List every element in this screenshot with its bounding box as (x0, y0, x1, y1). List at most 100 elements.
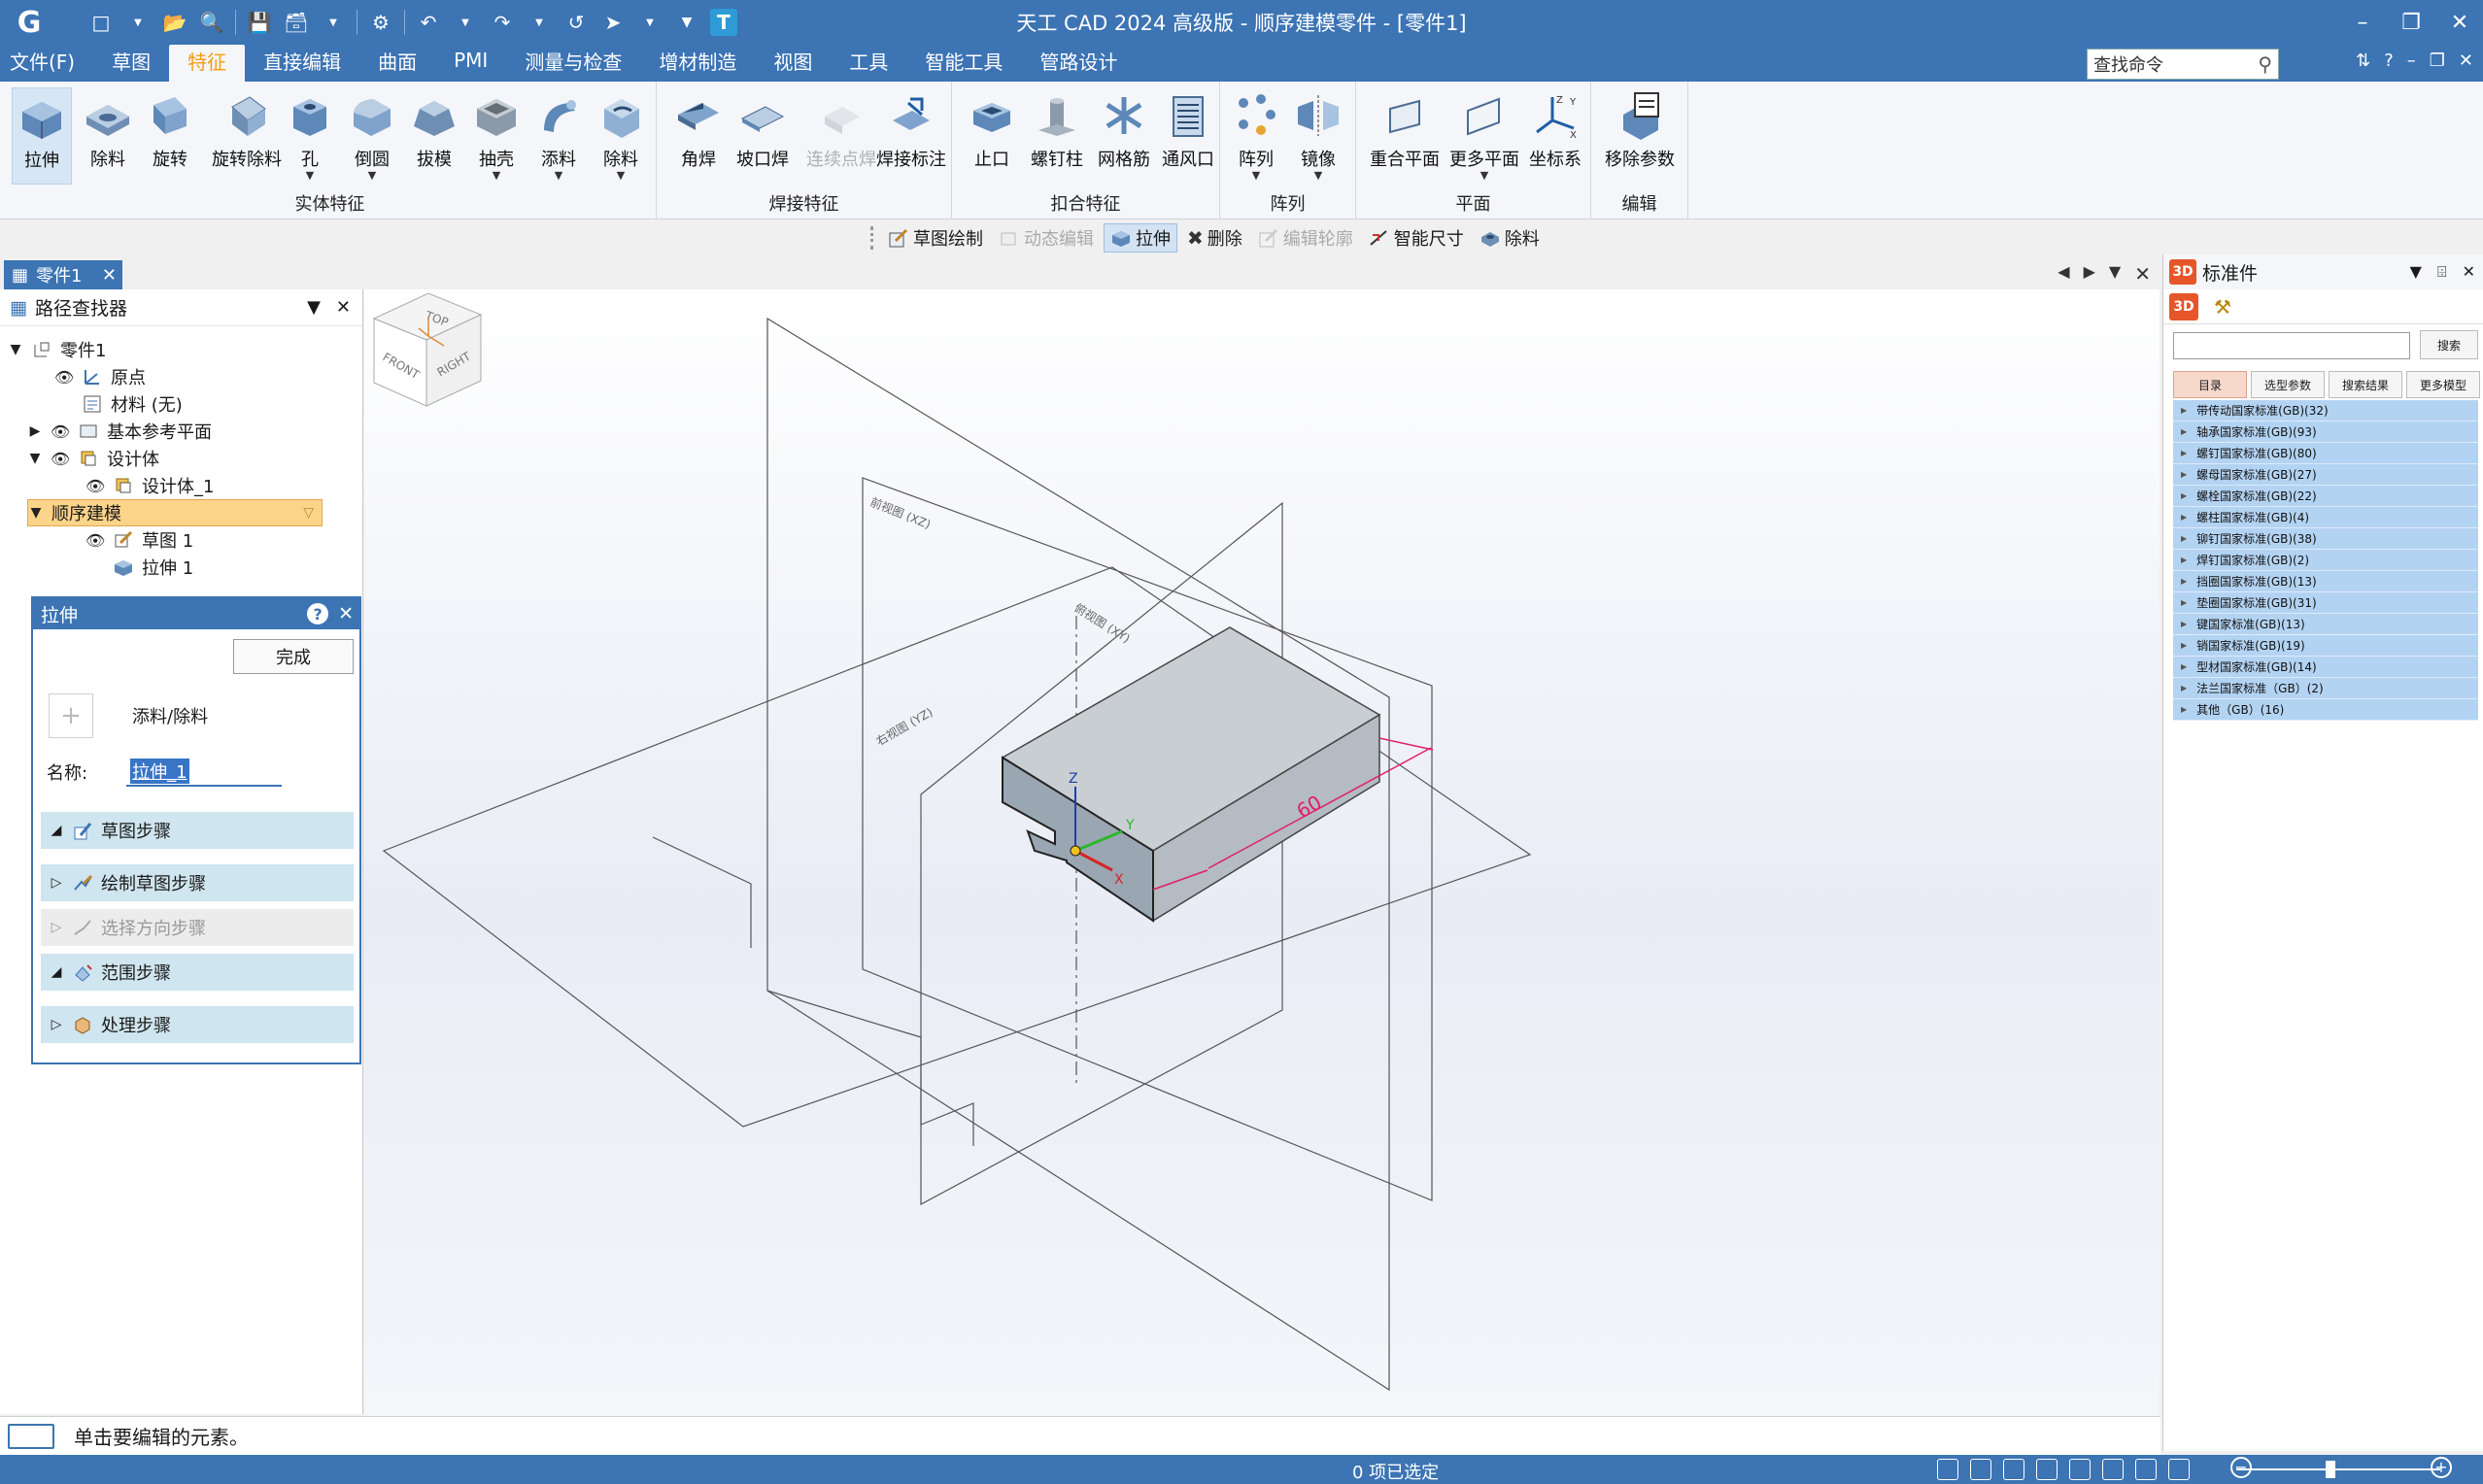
undo-icon[interactable]: ↶ (415, 9, 442, 36)
expand-arrow-icon[interactable]: ▶ (2181, 491, 2187, 500)
round-button[interactable]: 倒圆 ▼ (342, 87, 402, 185)
tree-item-design-body-1[interactable]: 👁 设计体_1 (85, 472, 214, 499)
tab-pmi[interactable]: PMI (435, 45, 506, 82)
sketch-draw-command[interactable]: 草图绘制 (882, 223, 989, 253)
expand-arrow-icon[interactable]: ▶ (2181, 620, 2187, 628)
tree-item-sequential-modeling[interactable]: ▼ 顺序建模 ▽ (27, 499, 323, 526)
zoom-in-icon[interactable]: + (2431, 1457, 2452, 1478)
vent-button[interactable]: 通风口 (1156, 87, 1220, 185)
tree-item-extrude-1[interactable]: 拉伸 1 (113, 554, 193, 581)
zoom-icon[interactable] (2003, 1459, 2024, 1480)
pan-icon[interactable] (2036, 1459, 2058, 1480)
doc-close-icon[interactable]: ✕ (2459, 51, 2473, 71)
more-planes-button[interactable]: 更多平面 ▼ (1446, 87, 1523, 185)
tab-surface[interactable]: 曲面 (359, 45, 435, 82)
dropdown-icon[interactable]: ▼ (1314, 170, 1322, 181)
customize-icon[interactable]: ▼ (673, 9, 700, 36)
expand-arrow-icon[interactable]: ▶ (2181, 662, 2187, 671)
delete-command[interactable]: ✖ 删除 (1181, 223, 1248, 253)
dropdown-icon[interactable]: ▼ (452, 9, 479, 36)
collapse-triangle-icon[interactable]: ◢ (49, 964, 64, 980)
dropdown-icon[interactable]: ▼ (526, 9, 553, 36)
rotate-icon[interactable] (2069, 1459, 2091, 1480)
list-item[interactable]: ▶ 螺栓国家标准(GB)(22) (2173, 486, 2478, 507)
doc-minimize-icon[interactable]: – (2407, 51, 2416, 71)
expand-triangle-icon[interactable]: ▷ (49, 920, 64, 935)
subtab-more-models[interactable]: 更多模型 (2406, 371, 2480, 398)
list-item[interactable]: ▶ 螺钉国家标准(GB)(80) (2173, 443, 2478, 464)
subtab-search-results[interactable]: 搜索结果 (2329, 371, 2402, 398)
expand-arrow-icon[interactable]: ▶ (2181, 641, 2187, 650)
screw-boss-button[interactable]: 螺钉柱 (1024, 87, 1090, 185)
expand-arrow-icon[interactable]: ▶ (2181, 684, 2187, 692)
subtab-catalog[interactable]: 目录 (2173, 371, 2247, 398)
display-style-icon[interactable] (2135, 1459, 2157, 1480)
list-item[interactable]: ▶ 铆钉国家标准(GB)(38) (2173, 528, 2478, 550)
name-input[interactable]: 拉伸_1 (126, 758, 283, 787)
remove-material-button[interactable]: 除料 ▼ (591, 87, 651, 185)
close-document-icon[interactable]: ✕ (2134, 262, 2151, 286)
scroll-right-icon[interactable]: ▶ (2084, 262, 2095, 286)
cut-button[interactable]: 除料 (78, 87, 138, 185)
restore-icon[interactable]: ❐ (2398, 11, 2425, 35)
open-file-icon[interactable]: 📂 (161, 9, 188, 36)
list-item[interactable]: ▶ 挡圈国家标准(GB)(13) (2173, 571, 2478, 592)
expand-arrow-icon[interactable]: ▶ (2181, 406, 2187, 415)
tree-item-sketch-1[interactable]: 👁 草图 1 (85, 526, 193, 554)
smart-dimension-command[interactable]: 智能尺寸 (1363, 223, 1470, 253)
tree-item-material[interactable]: 材料 (无) (82, 390, 183, 418)
fit-view-icon[interactable] (1937, 1459, 1958, 1480)
save-as-icon[interactable]: 🗃 (283, 9, 310, 36)
close-icon[interactable]: ✕ (338, 603, 354, 624)
tree-item-origin[interactable]: 👁 原点 (54, 363, 146, 390)
standard-parts-search-button[interactable]: 搜索 (2420, 330, 2478, 359)
list-item[interactable]: ▶ 轴承国家标准(GB)(93) (2173, 422, 2478, 443)
expand-arrow-icon[interactable]: ▶ (2181, 598, 2187, 607)
tab-measure[interactable]: 测量与检查 (506, 45, 640, 82)
close-icon[interactable]: ✕ (2446, 11, 2473, 35)
text-tool-icon[interactable]: T (710, 9, 737, 36)
standard-parts-search-input[interactable] (2173, 332, 2410, 359)
scroll-left-icon[interactable]: ◀ (2058, 262, 2069, 286)
panel-menu-icon[interactable]: ▼ (2410, 262, 2422, 282)
zoom-slider-handle[interactable] (2326, 1461, 2335, 1478)
collapse-triangle-icon[interactable]: ◢ (49, 823, 64, 838)
visibility-eye-icon[interactable]: 👁 (51, 422, 70, 441)
expand-arrow-icon[interactable]: ▶ (2181, 705, 2187, 714)
expand-arrow-icon[interactable]: ▶ (2181, 427, 2187, 436)
select-arrow-icon[interactable]: ➤ (599, 9, 627, 36)
tab-tools[interactable]: 工具 (831, 45, 906, 82)
zoom-out-icon[interactable]: − (2230, 1457, 2252, 1478)
dropdown-icon[interactable]: ▼ (368, 170, 376, 181)
step-extent[interactable]: ◢ 范围步骤 (41, 954, 354, 991)
new-file-icon[interactable]: □ (87, 9, 115, 36)
tab-additive[interactable]: 增材制造 (640, 45, 755, 82)
expand-arrow-icon[interactable]: ▶ (2181, 534, 2187, 543)
expand-triangle-icon[interactable]: ▷ (49, 1017, 64, 1032)
expand-icon[interactable]: ▶ (27, 423, 43, 439)
list-item[interactable]: ▶ 型材国家标准(GB)(14) (2173, 657, 2478, 678)
step-select-direction[interactable]: ▷ 选择方向步骤 (41, 909, 354, 946)
help-icon[interactable]: ? (2384, 51, 2394, 71)
tab-sketch[interactable]: 草图 (93, 45, 169, 82)
command-search-input[interactable]: 查找命令 ⚲ (2087, 49, 2279, 80)
tab-direct-edit[interactable]: 直接编辑 (245, 45, 359, 82)
visibility-eye-icon[interactable]: 👁 (51, 450, 70, 468)
list-item[interactable]: ▶ 法兰国家标准（GB）(2) (2173, 678, 2478, 699)
pattern-button[interactable]: 阵列 ▼ (1226, 87, 1286, 185)
collapse-icon[interactable]: ▼ (8, 342, 23, 357)
groove-weld-button[interactable]: 坡口焊 (732, 87, 793, 185)
help-icon[interactable]: ? (307, 603, 329, 624)
find-icon[interactable]: 🔍 (198, 9, 225, 36)
list-item[interactable]: ▶ 螺柱国家标准(GB)(4) (2173, 507, 2478, 528)
dropdown-icon[interactable]: ▼ (617, 170, 625, 181)
cut-command[interactable]: 除料 (1474, 223, 1546, 253)
panel-close-icon[interactable]: ✕ (336, 297, 351, 318)
ribbon-collapse-icon[interactable]: ⇅ (2356, 51, 2370, 71)
dropdown-icon[interactable]: ▼ (493, 170, 500, 181)
step-treatment[interactable]: ▷ 处理步骤 (41, 1006, 354, 1043)
add-material-toggle-icon[interactable]: + (49, 693, 93, 738)
mirror-button[interactable]: 镜像 ▼ (1288, 87, 1348, 185)
zoom-area-icon[interactable] (1970, 1459, 1991, 1480)
minimize-icon[interactable]: – (2349, 11, 2376, 35)
